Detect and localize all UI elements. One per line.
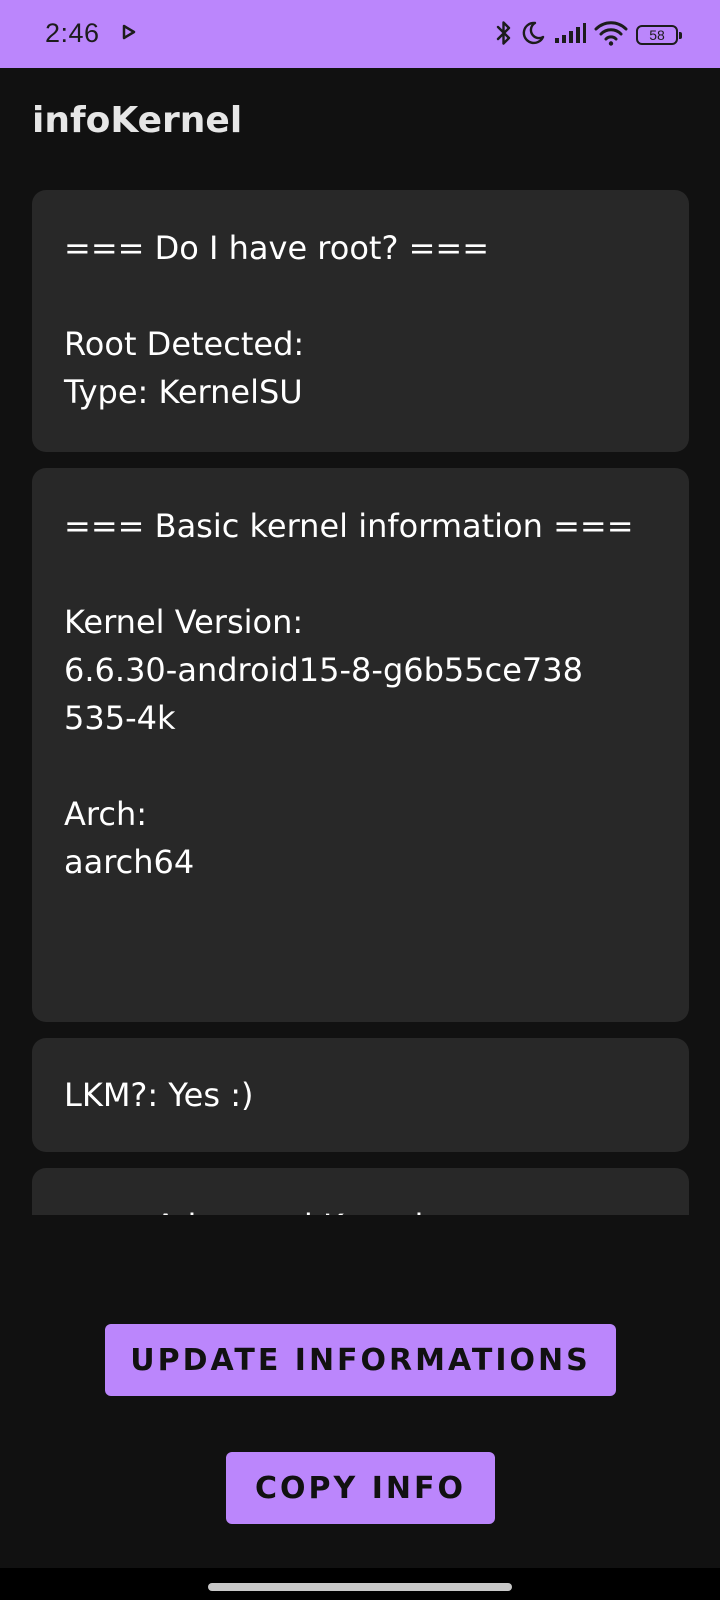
root-heading: === Do I have root? === — [64, 229, 490, 267]
play-icon — [122, 24, 136, 44]
battery-icon: 58 — [636, 25, 682, 45]
root-detected-label: Root Detected: — [64, 325, 305, 363]
kernel-heading: === Basic kernel information === — [64, 507, 634, 545]
bluetooth-icon — [496, 19, 512, 51]
lkm-status: LKM?: Yes :) — [64, 1076, 254, 1114]
status-icons: 58 — [496, 19, 682, 51]
advanced-kernel-card: === Advanced Kernel — [32, 1168, 689, 1215]
signal-icon — [554, 22, 586, 48]
update-informations-button[interactable]: UPDATE INFORMATIONS — [105, 1324, 616, 1396]
wifi-icon — [594, 20, 628, 50]
root-info-card: === Do I have root? === Root Detected: T… — [32, 190, 689, 452]
status-bar: 2:46 58 — [0, 0, 720, 68]
lkm-card: LKM?: Yes :) — [32, 1038, 689, 1152]
gesture-handle[interactable] — [208, 1583, 512, 1591]
arch-label: Arch: — [64, 795, 147, 833]
moon-icon — [520, 20, 546, 50]
copy-info-button[interactable]: COPY INFO — [226, 1452, 495, 1524]
kernel-info-card: === Basic kernel information === Kernel … — [32, 468, 689, 1022]
advanced-heading: === Advanced Kernel — [64, 1202, 657, 1215]
screen: 2:46 58 infoKernel === Do I have root? =… — [0, 0, 720, 1600]
battery-level: 58 — [649, 27, 665, 43]
kernel-version-label: Kernel Version: — [64, 603, 304, 641]
info-scroll-area[interactable]: === Do I have root? === Root Detected: T… — [0, 190, 720, 1215]
app-title: infoKernel — [32, 100, 243, 141]
status-time: 2:46 — [45, 18, 100, 48]
kernel-version-value-cont: 535-4k — [64, 699, 176, 737]
kernel-version-value: 6.6.30-android15-8-g6b55ce738 — [64, 651, 583, 689]
arch-value: aarch64 — [64, 843, 195, 881]
root-type: Type: KernelSU — [64, 373, 303, 411]
